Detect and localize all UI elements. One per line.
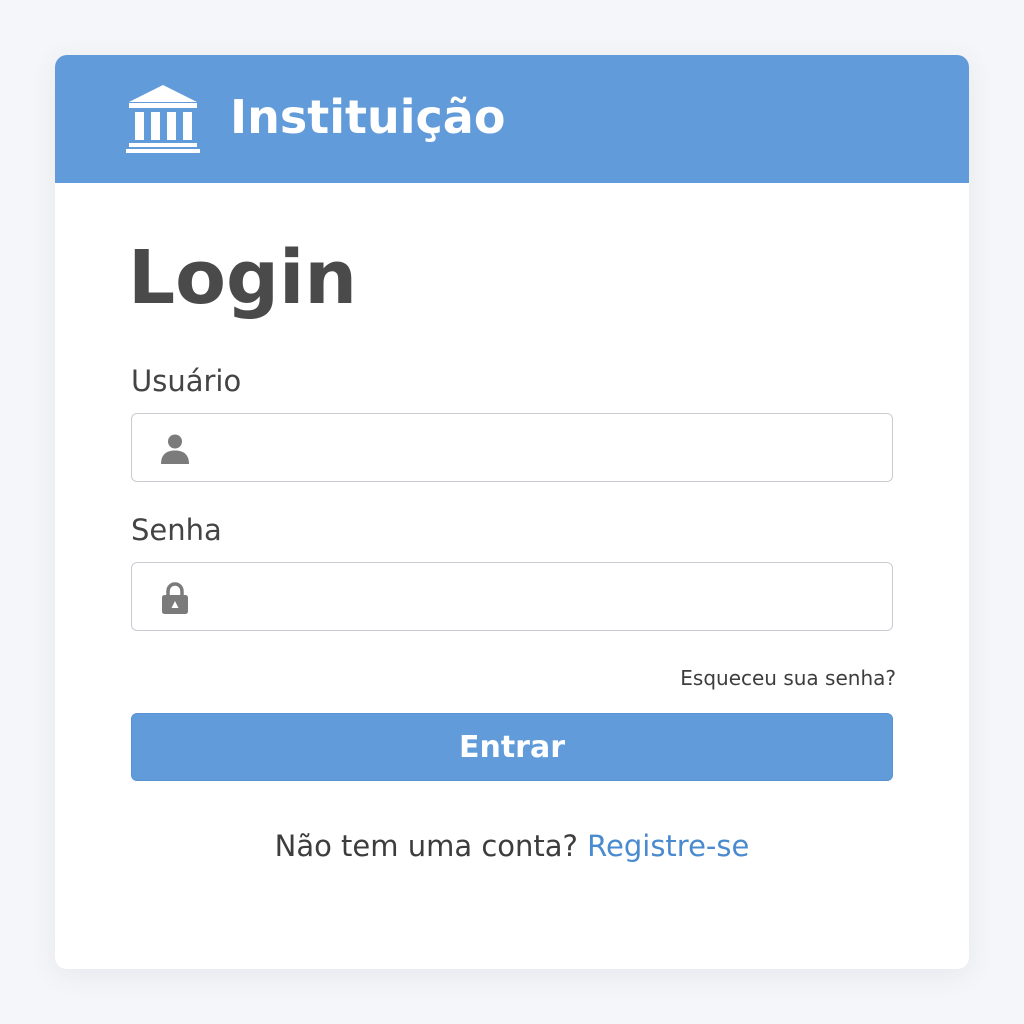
login-button[interactable]: Entrar — [131, 713, 893, 781]
signup-prompt-row: Não tem uma conta? Registre-se — [55, 827, 969, 865]
institution-name: Instituição — [230, 90, 506, 144]
password-input[interactable] — [210, 571, 880, 622]
signup-prompt-text: Não tem uma conta? — [274, 829, 578, 863]
password-field[interactable] — [131, 562, 893, 631]
login-card: Instituição Login Usuário Senha Esqueceu… — [55, 55, 969, 969]
register-link[interactable]: Registre-se — [587, 829, 749, 863]
institution-building-icon — [126, 85, 200, 153]
username-label: Usuário — [131, 364, 242, 398]
app-header: Instituição — [55, 55, 969, 183]
lock-icon — [162, 582, 188, 614]
username-input[interactable] — [210, 422, 880, 473]
username-field[interactable] — [131, 413, 893, 482]
page-title: Login — [128, 235, 358, 321]
forgot-password-link[interactable]: Esqueceu sua senha? — [680, 664, 896, 692]
user-icon — [161, 434, 189, 464]
password-label: Senha — [131, 513, 222, 547]
